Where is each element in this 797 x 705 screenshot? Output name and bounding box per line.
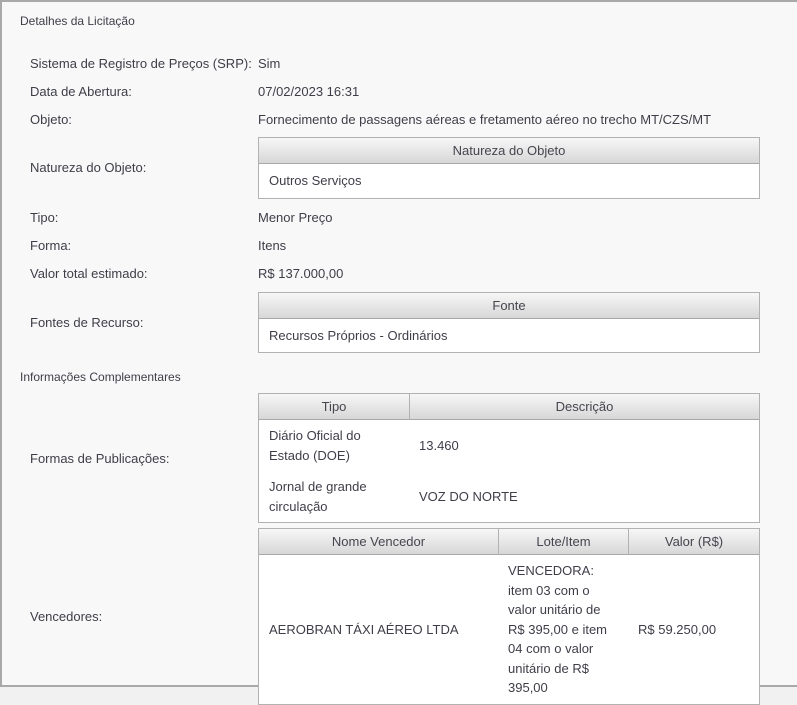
field-row-tipo: Tipo: Menor Preço	[18, 204, 797, 232]
publicacoes-cell-descricao: VOZ DO NORTE	[409, 471, 759, 522]
field-row-vencedores: Vencedores: Nome Vencedor Lote/Item Valo…	[18, 528, 797, 705]
publicacoes-cell-tipo: Diário Oficial do Estado (DOE)	[259, 420, 409, 471]
field-label: Objeto:	[18, 112, 258, 127]
field-row-objeto: Objeto: Fornecimento de passagens aéreas…	[18, 105, 797, 133]
vencedores-header-nome: Nome Vencedor	[259, 529, 498, 555]
vencedores-header-valor: Valor (R$)	[628, 529, 759, 555]
publicacoes-cell-tipo: Jornal de grande circulação	[259, 471, 409, 522]
field-row-formas-publicacoes: Formas de Publicações: Tipo Descrição Di…	[18, 393, 797, 523]
field-label: Natureza do Objeto:	[18, 160, 258, 175]
field-value: R$ 137.000,00	[258, 266, 797, 281]
field-label: Vencedores:	[18, 609, 258, 624]
field-label: Sistema de Registro de Preços (SRP):	[18, 56, 258, 71]
panel-title: Detalhes da Licitação	[20, 14, 797, 28]
field-row-forma: Forma: Itens	[18, 232, 797, 260]
fontes-table-cell: Recursos Próprios - Ordinários	[259, 319, 759, 353]
vencedores-cell-nome: AEROBRAN TÁXI AÉREO LTDA	[259, 555, 498, 704]
field-row-natureza: Natureza do Objeto: Natureza do Objeto O…	[18, 137, 797, 199]
field-value: Itens	[258, 238, 797, 253]
natureza-table-cell: Outros Serviços	[259, 164, 759, 198]
vencedores-cell-lote-item: VENCEDORA: item 03 com o valor unitário …	[498, 555, 628, 704]
field-label: Formas de Publicações:	[18, 451, 258, 466]
vencedores-header-lote-item: Lote/Item	[498, 529, 628, 555]
vencedores-cell-valor: R$ 59.250,00	[628, 555, 759, 704]
licitacao-details-panel: Detalhes da Licitação Sistema de Registr…	[0, 0, 797, 687]
natureza-table: Natureza do Objeto Outros Serviços	[258, 137, 760, 199]
field-label: Forma:	[18, 238, 258, 253]
field-value: Fornecimento de passagens aéreas e freta…	[258, 112, 797, 127]
fontes-table: Fonte Recursos Próprios - Ordinários	[258, 292, 760, 354]
field-value: 07/02/2023 16:31	[258, 84, 797, 99]
table-row: Diário Oficial do Estado (DOE) 13.460	[259, 420, 759, 471]
table-row: Outros Serviços	[259, 164, 759, 198]
table-row: Jornal de grande circulação VOZ DO NORTE	[259, 471, 759, 522]
section-title-informacoes-complementares: Informações Complementares	[20, 370, 797, 384]
field-row-fontes-recurso: Fontes de Recurso: Fonte Recursos Própri…	[18, 292, 797, 354]
field-row-data-abertura: Data de Abertura: 07/02/2023 16:31	[18, 77, 797, 105]
vencedores-table: Nome Vencedor Lote/Item Valor (R$) AEROB…	[258, 528, 760, 705]
natureza-table-header: Natureza do Objeto	[259, 138, 759, 164]
field-row-srp: Sistema de Registro de Preços (SRP): Sim	[18, 49, 797, 77]
field-value: Menor Preço	[258, 210, 797, 225]
field-row-valor-estimado: Valor total estimado: R$ 137.000,00	[18, 260, 797, 288]
field-value: Sim	[258, 56, 797, 71]
table-row: AEROBRAN TÁXI AÉREO LTDA VENCEDORA: item…	[259, 555, 759, 704]
field-label: Tipo:	[18, 210, 258, 225]
field-label: Fontes de Recurso:	[18, 315, 258, 330]
fontes-table-header: Fonte	[259, 293, 759, 319]
publicacoes-cell-descricao: 13.460	[409, 420, 759, 471]
publicacoes-header-descricao: Descrição	[409, 394, 759, 420]
publicacoes-header-tipo: Tipo	[259, 394, 409, 420]
publicacoes-table: Tipo Descrição Diário Oficial do Estado …	[258, 393, 760, 523]
field-label: Data de Abertura:	[18, 84, 258, 99]
table-row: Recursos Próprios - Ordinários	[259, 319, 759, 353]
field-label: Valor total estimado:	[18, 266, 258, 281]
